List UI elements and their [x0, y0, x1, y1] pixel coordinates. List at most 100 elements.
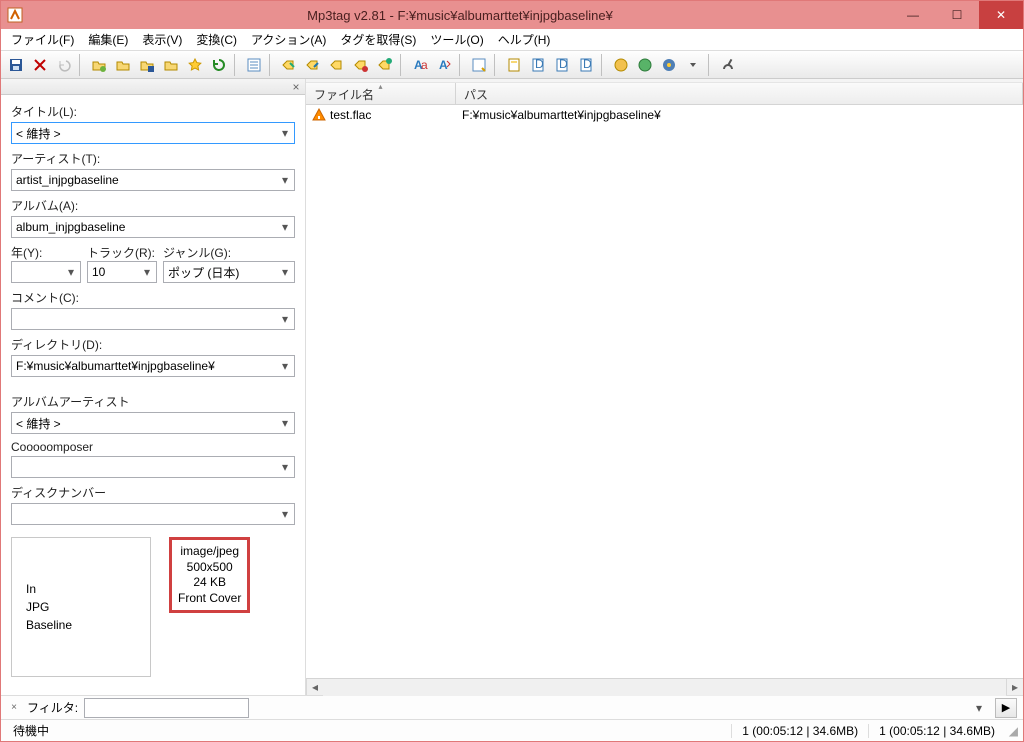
minimize-button[interactable]: — [891, 1, 935, 29]
cover-art-area: In JPG Baseline image/jpeg 500x500 24 KB… [1, 529, 305, 685]
svg-text:D: D [559, 57, 568, 71]
report-1-icon[interactable] [503, 54, 525, 76]
track-input[interactable] [87, 261, 157, 283]
table-row[interactable]: test.flac F:¥music¥albumarttet¥injpgbase… [306, 105, 1023, 125]
artist-input[interactable] [11, 169, 295, 191]
text-file-to-tag-icon[interactable] [350, 54, 372, 76]
folder-open-icon[interactable] [88, 54, 110, 76]
menu-file[interactable]: ファイル(F) [5, 29, 80, 50]
websource-dropdown-icon[interactable] [682, 54, 704, 76]
status-selection: 1 (00:05:12 | 34.6MB) [731, 724, 868, 738]
title-input[interactable] [11, 122, 295, 144]
websource-2-icon[interactable] [634, 54, 656, 76]
menu-tagsources[interactable]: タグを取得(S) [334, 29, 422, 50]
comment-input[interactable] [11, 308, 295, 330]
scroll-left-icon[interactable]: ◂ [306, 679, 323, 696]
actions-icon[interactable]: Aa [409, 54, 431, 76]
delete-icon[interactable] [29, 54, 51, 76]
filter-input[interactable] [84, 698, 249, 718]
toolbar-separator [708, 54, 713, 76]
file-list-panel: ▴ ファイル名 パス test.flac F:¥music¥albumartte… [306, 79, 1023, 695]
websource-1-icon[interactable] [610, 54, 632, 76]
tag-fields: タイトル(L): ▾ アーティスト(T): ▾ アルバム(A): ▾ 年(Y):… [1, 95, 305, 529]
extended-tags-icon[interactable] [243, 54, 265, 76]
albumartist-input[interactable] [11, 412, 295, 434]
genre-input[interactable] [163, 261, 295, 283]
filter-label: フィルタ: [27, 699, 78, 716]
file-type-icon [312, 108, 326, 122]
filename-to-filename-icon[interactable] [326, 54, 348, 76]
tag-panel-close-icon[interactable]: × [289, 80, 303, 94]
toolbar-separator [269, 54, 274, 76]
report-2-icon[interactable]: D [527, 54, 549, 76]
menu-action[interactable]: アクション(A) [245, 29, 332, 50]
scroll-track[interactable] [323, 679, 1006, 696]
cell-filename: test.flac [330, 108, 371, 122]
filter-close-icon[interactable]: × [7, 702, 21, 713]
folder-save-icon[interactable] [136, 54, 158, 76]
app-window: Mp3tag v2.81 - F:¥music¥albumarttet¥injp… [0, 0, 1024, 742]
scroll-right-icon[interactable]: ▸ [1006, 679, 1023, 696]
quick-action-icon[interactable]: A [433, 54, 455, 76]
directory-label: ディレクトリ(D): [11, 336, 295, 353]
menubar: ファイル(F) 編集(E) 表示(V) 変換(C) アクション(A) タグを取得… [1, 29, 1023, 51]
websource-3-icon[interactable] [658, 54, 680, 76]
favorite-icon[interactable] [184, 54, 206, 76]
cover-art-thumbnail[interactable]: In JPG Baseline [11, 537, 151, 677]
report-4-icon[interactable]: D [575, 54, 597, 76]
window-title: Mp3tag v2.81 - F:¥music¥albumarttet¥injp… [29, 8, 891, 23]
artist-label: アーティスト(T): [11, 150, 295, 167]
albumartist-label: アルバムアーティスト [11, 393, 295, 410]
filter-bar: × フィルタ: ▾ ▶ [1, 695, 1023, 719]
report-3-icon[interactable]: D [551, 54, 573, 76]
tag-to-filename-icon[interactable] [278, 54, 300, 76]
toolbar-separator [79, 54, 84, 76]
body: × タイトル(L): ▾ アーティスト(T): ▾ アルバム(A): ▾ 年(Y… [1, 79, 1023, 695]
toolbar-separator [234, 54, 239, 76]
cover-text-line: Baseline [26, 616, 150, 634]
cover-type: Front Cover [178, 591, 241, 607]
album-input[interactable] [11, 216, 295, 238]
folder-add-icon[interactable] [112, 54, 134, 76]
status-ready: 待機中 [3, 722, 731, 739]
options-icon[interactable] [717, 54, 739, 76]
svg-text:a: a [421, 58, 428, 72]
menu-tools[interactable]: ツール(O) [424, 29, 489, 50]
discnumber-label: ディスクナンバー [11, 484, 295, 501]
column-header-path[interactable]: パス [456, 83, 1023, 104]
tag-to-tag-icon[interactable] [374, 54, 396, 76]
svg-text:D: D [583, 57, 592, 71]
maximize-button[interactable]: ☐ [935, 1, 979, 29]
statusbar: 待機中 1 (00:05:12 | 34.6MB) 1 (00:05:12 | … [1, 719, 1023, 741]
genre-label: ジャンル(G): [163, 244, 295, 261]
directory-input[interactable] [11, 355, 295, 377]
menu-help[interactable]: ヘルプ(H) [492, 29, 557, 50]
folder-playlist-icon[interactable] [160, 54, 182, 76]
cell-path: F:¥music¥albumarttet¥injpgbaseline¥ [456, 108, 1023, 122]
cover-art-info-box: image/jpeg 500x500 24 KB Front Cover [169, 537, 250, 613]
horizontal-scrollbar[interactable]: ◂ ▸ [306, 678, 1023, 695]
resize-grip-icon[interactable]: ◢ [1005, 724, 1021, 738]
file-list-body[interactable]: test.flac F:¥music¥albumarttet¥injpgbase… [306, 105, 1023, 678]
composer-input[interactable] [11, 456, 295, 478]
status-total: 1 (00:05:12 | 34.6MB) [868, 724, 1005, 738]
menu-convert[interactable]: 変換(C) [190, 29, 243, 50]
filter-go-button[interactable]: ▶ [995, 698, 1017, 718]
svg-text:A: A [439, 58, 448, 72]
filename-to-tag-icon[interactable] [302, 54, 324, 76]
cover-size: 24 KB [178, 575, 241, 591]
title-label: タイトル(L): [11, 103, 295, 120]
autonumber-icon[interactable] [468, 54, 490, 76]
close-button[interactable]: ✕ [979, 1, 1023, 29]
tag-panel: × タイトル(L): ▾ アーティスト(T): ▾ アルバム(A): ▾ 年(Y… [1, 79, 306, 695]
cover-text-line: JPG [26, 598, 150, 616]
discnumber-input[interactable] [11, 503, 295, 525]
menu-edit[interactable]: 編集(E) [82, 29, 134, 50]
comment-label: コメント(C): [11, 289, 295, 306]
column-header-filename[interactable]: ▴ ファイル名 [306, 83, 456, 104]
undo-icon[interactable] [53, 54, 75, 76]
menu-view[interactable]: 表示(V) [136, 29, 188, 50]
refresh-icon[interactable] [208, 54, 230, 76]
save-icon[interactable] [5, 54, 27, 76]
year-input[interactable] [11, 261, 81, 283]
